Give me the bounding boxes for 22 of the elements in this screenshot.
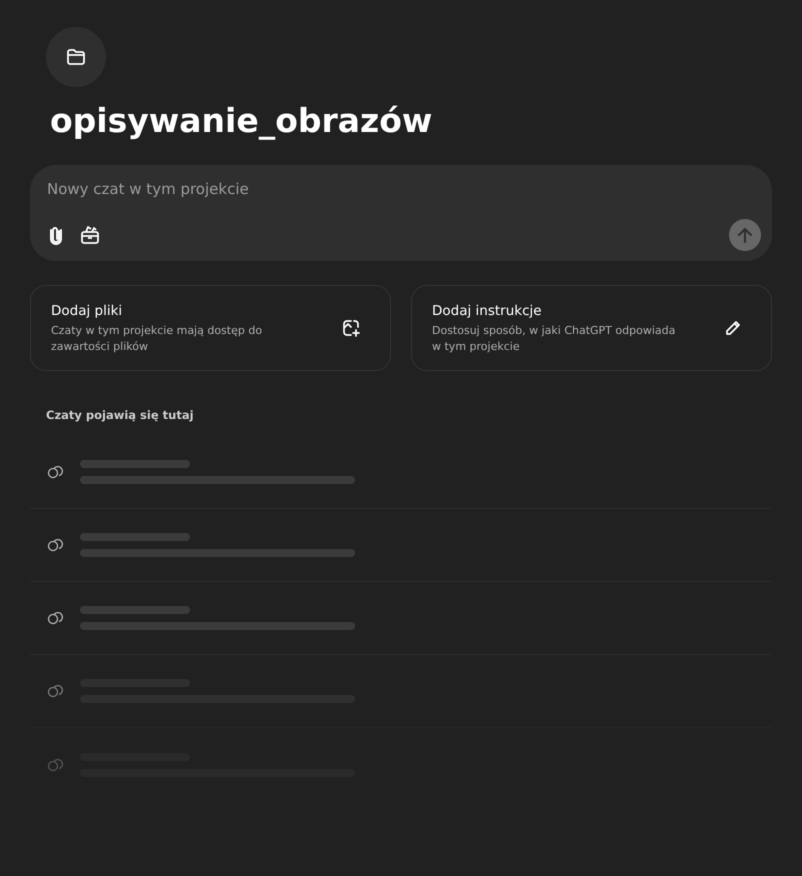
card-description: Czaty w tym projekcie mają dostęp do zawartości plików bbox=[51, 323, 264, 356]
card-description: Dostosuj sposób, w jaki ChatGPT odpowiada w tym projekcie bbox=[432, 323, 676, 356]
chat-bubbles-icon bbox=[47, 465, 63, 480]
chat-bubbles-icon bbox=[47, 684, 63, 698]
card-title: Dodaj instrukcje bbox=[432, 302, 543, 321]
paperclip-icon[interactable] bbox=[49, 224, 63, 244]
section-heading: Czaty pojawią się tutaj bbox=[46, 407, 194, 424]
send-button[interactable] bbox=[729, 218, 761, 250]
image-add-icon bbox=[342, 319, 360, 337]
pencil-icon bbox=[725, 320, 741, 336]
action-card[interactable]: Dodaj instrukcje Dostosuj sposób, w jaki ChatGPT odpowiada w tym projekcie bbox=[411, 285, 772, 371]
folder-icon bbox=[66, 48, 86, 66]
toolbox-icon[interactable] bbox=[80, 224, 100, 244]
chat-composer[interactable]: Nowy czat w tym projekcie bbox=[30, 165, 772, 261]
action-card[interactable]: Dodaj pliki Czaty w tym projekcie mają dostęp do zawartości plików bbox=[30, 285, 391, 371]
project-title: opisywanie_obrazów bbox=[50, 100, 432, 142]
arrow-up-icon bbox=[738, 226, 752, 242]
chat-bubbles-icon bbox=[47, 611, 63, 626]
chat-bubbles-icon bbox=[47, 538, 63, 552]
chat-bubbles-icon bbox=[47, 758, 63, 772]
card-title: Dodaj pliki bbox=[51, 302, 124, 321]
message-input[interactable]: Nowy czat w tym projekcie bbox=[47, 178, 755, 200]
